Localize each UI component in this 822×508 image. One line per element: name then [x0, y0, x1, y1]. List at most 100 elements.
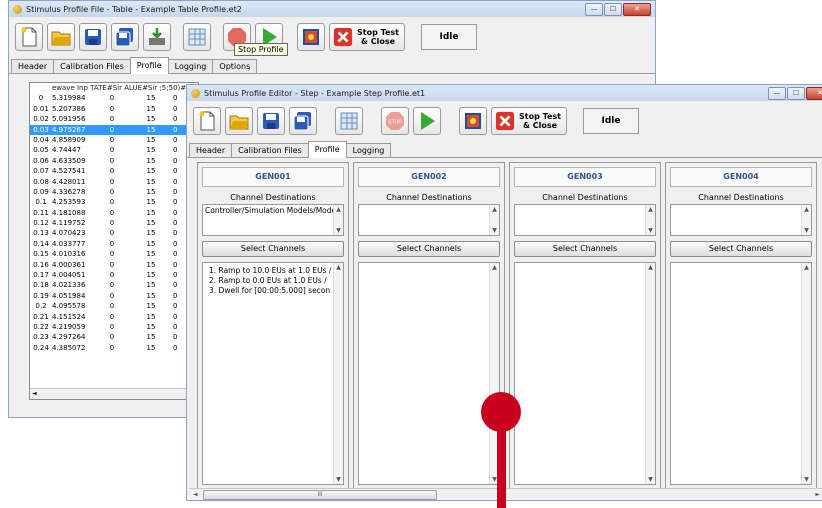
scroll-up-arrow[interactable]: ▲: [490, 205, 499, 214]
step-list[interactable]: ▲ ▼: [670, 262, 812, 485]
table-row[interactable]: 0.17 4.004051 0 15 0: [30, 270, 198, 280]
table-row[interactable]: 0.21 4.151524 0 15 0: [30, 312, 198, 322]
destination-item[interactable]: Controller/Simulation Models/Model:: [205, 206, 341, 215]
save-button[interactable]: [79, 23, 107, 51]
scroll-right-arrow[interactable]: ►: [815, 489, 820, 500]
destinations-vscroll[interactable]: ▲ ▼: [645, 205, 655, 235]
open-button[interactable]: [47, 23, 75, 51]
table-hscroll[interactable]: ◄: [30, 388, 198, 399]
new-file-button[interactable]: [193, 107, 221, 135]
front-window-titlebar[interactable]: Stimulus Profile Editor - Step - Example…: [187, 85, 822, 101]
select-channels-toolbar-button[interactable]: [297, 23, 325, 51]
tab-profile[interactable]: Profile: [129, 57, 169, 74]
scroll-down-arrow[interactable]: ▼: [490, 226, 499, 235]
table-row[interactable]: 0.14 4.033777 0 15 0: [30, 239, 198, 249]
stop-test-close-button[interactable]: Stop Test & Close: [329, 23, 405, 51]
step-item[interactable]: 1. Ramp to 10.0 EUs at 1.0 EUs /: [209, 266, 333, 276]
save-all-button[interactable]: [111, 23, 139, 51]
scroll-down-arrow[interactable]: ▼: [646, 226, 655, 235]
close-button[interactable]: ✕: [623, 3, 651, 16]
channel-destinations-list[interactable]: ▲ ▼: [670, 204, 812, 236]
step-list-vscroll[interactable]: ▲ ▼: [645, 263, 655, 484]
scroll-down-arrow[interactable]: ▼: [802, 226, 811, 235]
scroll-up-arrow[interactable]: ▲: [646, 263, 655, 272]
new-file-button[interactable]: [15, 23, 43, 51]
table-row[interactable]: 0.1 4.253593 0 15 0: [30, 197, 198, 207]
table-row[interactable]: 0.11 4.181088 0 15 0: [30, 208, 198, 218]
tab-calibration-files[interactable]: Calibration Files: [231, 143, 309, 157]
save-all-button[interactable]: [289, 107, 317, 135]
table-row[interactable]: 0.18 4.021336 0 15 0: [30, 280, 198, 290]
open-button[interactable]: [225, 107, 253, 135]
scroll-down-arrow[interactable]: ▼: [334, 475, 343, 484]
select-channels-button[interactable]: Select Channels: [670, 241, 812, 257]
tab-header[interactable]: Header: [11, 59, 55, 73]
table-row[interactable]: 0.19 4.051984 0 15 0: [30, 291, 198, 301]
scroll-left-arrow[interactable]: ◄: [32, 389, 37, 399]
channel-destinations-list[interactable]: ▲ ▼: [358, 204, 500, 236]
table-button[interactable]: [335, 107, 363, 135]
scroll-up-arrow[interactable]: ▲: [646, 205, 655, 214]
maximize-button[interactable]: ☐: [787, 87, 805, 100]
table-row[interactable]: 0.06 4.633509 0 15 0: [30, 156, 198, 166]
table-row[interactable]: 0.22 4.219059 0 15 0: [30, 322, 198, 332]
step-item[interactable]: 3. Dwell for [00:00:5.000] secon: [209, 286, 333, 296]
table-row[interactable]: 0.23 4.297264 0 15 0: [30, 332, 198, 342]
step-list[interactable]: ▲ ▼: [514, 262, 656, 485]
scroll-up-arrow[interactable]: ▲: [802, 205, 811, 214]
table-button[interactable]: [183, 23, 211, 51]
scroll-up-arrow[interactable]: ▲: [334, 205, 343, 214]
step-list-vscroll[interactable]: ▲ ▼: [801, 263, 811, 484]
select-channels-button[interactable]: Select Channels: [358, 241, 500, 257]
tab-header[interactable]: Header: [189, 143, 233, 157]
minimize-button[interactable]: —: [585, 3, 603, 16]
table-row[interactable]: 0.08 4.428011 0 15 0: [30, 177, 198, 187]
channel-destinations-list[interactable]: Controller/Simulation Models/Model: ▲ ▼: [202, 204, 344, 236]
destinations-vscroll[interactable]: ▲ ▼: [489, 205, 499, 235]
back-window-titlebar[interactable]: Stimulus Profile File - Table - Example …: [9, 1, 655, 17]
table-row[interactable]: 0.02 5.091956 0 15 0: [30, 114, 198, 124]
scroll-up-arrow[interactable]: ▲: [802, 263, 811, 272]
tab-logging[interactable]: Logging: [167, 59, 214, 73]
table-row[interactable]: 0.04 4.858909 0 15 0: [30, 135, 198, 145]
scroll-left-arrow[interactable]: ◄: [193, 489, 198, 500]
scroll-down-arrow[interactable]: ▼: [802, 475, 811, 484]
table-row[interactable]: 0.13 4.070423 0 15 0: [30, 228, 198, 238]
maximize-button[interactable]: ☐: [604, 3, 622, 16]
select-channels-button[interactable]: Select Channels: [202, 241, 344, 257]
stop-profile-button[interactable]: STOP: [381, 107, 409, 135]
scroll-up-arrow[interactable]: ▲: [490, 263, 499, 272]
minimize-button[interactable]: —: [768, 87, 786, 100]
scroll-down-arrow[interactable]: ▼: [646, 475, 655, 484]
table-row[interactable]: 0 5.319984 0 15 0: [30, 93, 198, 103]
table-row[interactable]: 0.24 4.385072 0 15 0: [30, 343, 198, 353]
table-row[interactable]: 0.07 4.527541 0 15 0: [30, 166, 198, 176]
tab-profile[interactable]: Profile: [307, 141, 347, 158]
table-row[interactable]: 0.09 4.336278 0 15 0: [30, 187, 198, 197]
step-item[interactable]: 2. Ramp to 0.0 EUs at 1.0 EUs /: [209, 276, 333, 286]
table-row[interactable]: 0.03 4.975267 0 15 0: [30, 124, 198, 135]
scroll-up-arrow[interactable]: ▲: [334, 263, 343, 272]
destinations-vscroll[interactable]: ▲ ▼: [333, 205, 343, 235]
step-list[interactable]: 1. Ramp to 10.0 EUs at 1.0 EUs /2. Ramp …: [202, 262, 344, 485]
table-row[interactable]: 0.15 4.010316 0 15 0: [30, 249, 198, 259]
destinations-vscroll[interactable]: ▲ ▼: [801, 205, 811, 235]
table-row[interactable]: 0.16 4.000361 0 15 0: [30, 260, 198, 270]
stop-test-close-button[interactable]: Stop Test & Close: [491, 107, 567, 135]
tab-options[interactable]: Options: [212, 59, 258, 73]
step-list[interactable]: ▲ ▼: [358, 262, 500, 485]
table-row[interactable]: 0.05 4.74447 0 15 0: [30, 145, 198, 155]
hscroll-thumb[interactable]: III: [203, 490, 437, 500]
select-channels-toolbar-button[interactable]: [459, 107, 487, 135]
tab-calibration-files[interactable]: Calibration Files: [53, 59, 131, 73]
close-button[interactable]: ✕: [806, 87, 822, 100]
select-channels-button[interactable]: Select Channels: [514, 241, 656, 257]
step-list-vscroll[interactable]: ▲ ▼: [333, 263, 343, 484]
scroll-down-arrow[interactable]: ▼: [334, 226, 343, 235]
play-button[interactable]: [413, 107, 441, 135]
table-row[interactable]: 0.01 5.207386 0 15 0: [30, 104, 198, 114]
export-button[interactable]: [143, 23, 171, 51]
tab-logging[interactable]: Logging: [345, 143, 392, 157]
table-row[interactable]: 0.2 4.095578 0 15 0: [30, 301, 198, 311]
save-button[interactable]: [257, 107, 285, 135]
